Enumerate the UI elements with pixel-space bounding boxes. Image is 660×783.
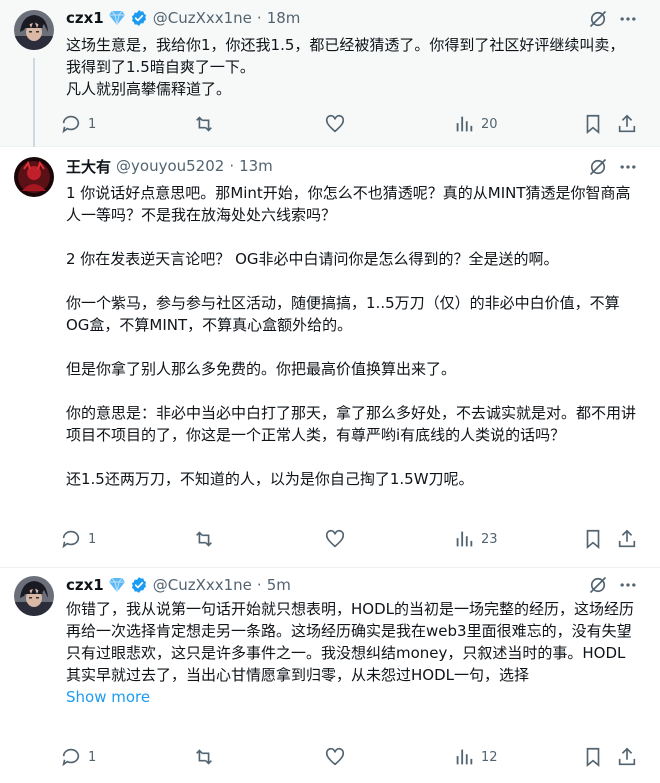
tweet-text: 你错了，我从说第一句话开始就只想表明，HODL的当初是一场完整的经历，这场经历再… [66,598,638,708]
tweet-header: 王大有 @youyou5202 · 13m [66,155,273,177]
tweet-paragraph: 2 你在发表逆天言论吧？ OG非必中白请问你是怎么得到的？全是送的啊。 [66,250,559,268]
share-button[interactable] [616,527,638,551]
timestamp[interactable]: 5m [267,576,291,594]
share-icon [618,747,636,766]
like-button[interactable] [324,745,346,769]
separator: · [229,157,235,175]
retweet-button[interactable] [193,112,215,136]
heart-icon [325,114,345,133]
tweet[interactable]: 王大有 @youyou5202 · 13m 1 你说话好点意思吧。那Mint开始… [0,147,660,568]
tweet-paragraph: 你一个紫马，参与参与社区活动，随便搞搞，1..5万刀（仅）的非必中白价值，不算O… [66,294,620,334]
like-button[interactable] [324,527,346,551]
share-button[interactable] [616,112,638,136]
tweet-text: 1 你说话好点意思吧。那Mint开始，你怎么不也猜透呢？真的从MINT猜透是你智… [66,182,638,490]
tweet-paragraph: 还1.5还两万刀，不知道的人，以为是你自己掏了1.5W刀呢。 [66,470,474,488]
reply-count: 1 [88,749,97,765]
handle[interactable]: @youyou5202 [116,157,224,175]
reply-count: 1 [88,116,97,132]
heart-icon [325,529,345,548]
tweet-paragraph: 你错了，我从说第一句话开始就只想表明，HODL的当初是一场完整的经历，这场经历再… [66,600,634,684]
bookmark-button[interactable] [582,112,604,136]
action-bar: 1 12 [60,745,650,769]
tweet-text: 这场生意是，我给你1，你还我1.5，都已经被猜透了。你得到了社区好评继续叫卖，我… [66,34,638,100]
verified-icon [130,576,148,594]
more-options-icon[interactable] [617,156,639,178]
tweet-paragraph: 你的意思是：非必中当必中白打了那天，拿了那么多好处，不去诚实就是对。都不用讲项目… [66,404,637,444]
grok-icon[interactable] [587,574,609,596]
views-count: 23 [481,531,498,547]
reply-icon [62,530,80,549]
avatar[interactable] [14,157,54,197]
timestamp[interactable]: 13m [239,157,273,175]
tweet[interactable]: czx1 @CuzXxx1ne · 5m 你错了，我从说第一句话开始就只想表明，… [0,568,660,783]
more-options-icon[interactable] [617,574,639,596]
tweet-paragraph: 这场生意是，我给你1，你还我1.5，都已经被猜透了。你得到了社区好评继续叫卖，我… [66,36,625,98]
like-button[interactable] [324,112,346,136]
timestamp[interactable]: 18m [267,9,301,27]
views-icon [456,749,473,765]
tweet-paragraph: 1 你说话好点意思吧。那Mint开始，你怎么不也猜透呢？真的从MINT猜透是你智… [66,184,631,224]
avatar[interactable] [14,576,54,616]
bookmark-icon [586,114,600,135]
thread-line [33,58,35,147]
reply-icon [62,748,80,767]
display-name[interactable]: czx1 [66,576,104,594]
views-button[interactable]: 23 [453,527,498,551]
grok-icon[interactable] [587,156,609,178]
grok-icon[interactable] [587,8,609,30]
share-icon [618,529,636,548]
bookmark-button[interactable] [582,745,604,769]
views-count: 12 [481,749,498,765]
handle[interactable]: @CuzXxx1ne [153,576,252,594]
more-options-icon[interactable] [617,8,639,30]
verified-icon [130,9,148,27]
reply-button[interactable]: 1 [60,527,96,551]
share-button[interactable] [616,745,638,769]
tweet-paragraph: 但是你拿了别人那么多免费的。你把最高价值换算出来了。 [66,360,457,378]
retweet-button[interactable] [193,527,215,551]
views-button[interactable]: 12 [453,745,498,769]
views-icon [456,531,473,547]
reply-button[interactable]: 1 [60,112,96,136]
show-more-link[interactable]: Show more [66,686,638,708]
reply-button[interactable]: 1 [60,745,96,769]
retweet-icon [196,531,212,547]
views-button[interactable]: 20 [453,112,498,136]
views-icon [456,116,473,132]
tweet-header: czx1 @CuzXxx1ne · 5m [66,574,291,596]
avatar[interactable] [14,10,54,50]
display-name[interactable]: czx1 [66,9,104,27]
retweet-icon [196,116,212,132]
bookmark-icon [586,529,600,550]
separator: · [256,576,262,594]
action-bar: 1 23 [60,527,650,551]
reply-count: 1 [88,531,97,547]
reply-icon [62,115,80,134]
diamond-icon [108,577,126,593]
action-bar: 1 20 [60,112,650,136]
heart-icon [325,747,345,766]
diamond-icon [108,10,126,26]
share-icon [618,114,636,133]
separator: · [256,9,262,27]
bookmark-icon [586,747,600,768]
tweet[interactable]: czx1 @CuzXxx1ne · 18m 这场生意是，我给你1，你还我1.5，… [0,0,660,147]
bookmark-button[interactable] [582,527,604,551]
display-name[interactable]: 王大有 [66,156,111,177]
views-count: 20 [481,116,498,132]
tweet-header: czx1 @CuzXxx1ne · 18m [66,7,300,29]
handle[interactable]: @CuzXxx1ne [153,9,252,27]
retweet-button[interactable] [193,745,215,769]
retweet-icon [196,749,212,765]
